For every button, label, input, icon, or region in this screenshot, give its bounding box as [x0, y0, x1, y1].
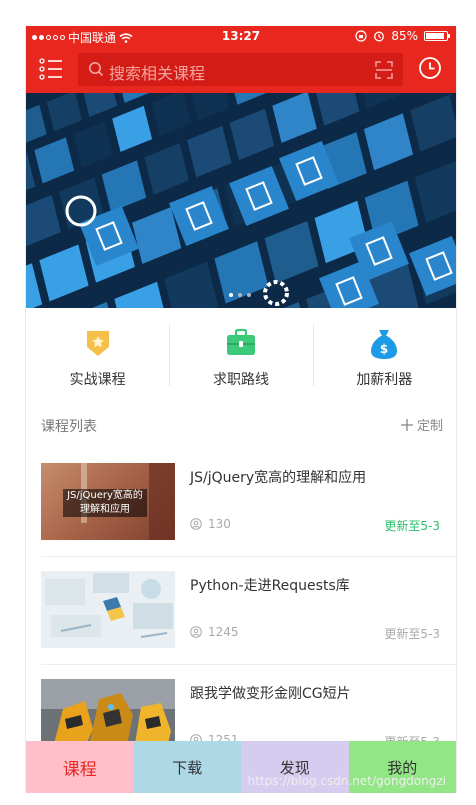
- tab-courses[interactable]: 课程: [26, 741, 134, 793]
- lock-rotation-icon: [355, 30, 367, 42]
- alarm-icon: [374, 31, 385, 42]
- banner-image: [26, 93, 456, 308]
- history-clock-icon[interactable]: [418, 56, 442, 80]
- category-salary-boost[interactable]: $ 加薪利器: [312, 308, 456, 401]
- course-thumbnail: JS/jQuery宽高的理解和应用: [41, 463, 175, 540]
- course-title: 跟我学做变形金刚CG短片: [190, 686, 351, 702]
- briefcase-icon: [226, 328, 255, 355]
- course-item[interactable]: JS/jQuery宽高的理解和应用 JS/jQuery宽高的理解和应用 130 …: [26, 449, 456, 557]
- status-right: 85%: [355, 29, 450, 43]
- course-learners: 1245: [190, 625, 239, 639]
- learner-count: 1245: [208, 625, 239, 639]
- customize-label: 定制: [416, 419, 443, 434]
- search-input[interactable]: 搜索相关课程: [78, 53, 403, 86]
- money-bag-icon: $: [371, 330, 398, 359]
- thumb-caption: JS/jQuery宽高的理解和应用: [63, 489, 147, 517]
- battery-percent: 85%: [391, 29, 418, 43]
- scan-icon[interactable]: [375, 61, 393, 79]
- svg-text:$: $: [380, 342, 388, 356]
- battery-icon: [424, 31, 450, 41]
- watermark: https://blog.csdn.net/gongdongzi: [247, 774, 446, 788]
- category-label: 实战课程: [69, 372, 126, 388]
- course-list-header: 课程列表 定制: [26, 401, 456, 449]
- category-label: 加薪利器: [356, 372, 413, 388]
- thumb-image: [41, 571, 175, 648]
- plus-icon: [400, 418, 413, 431]
- category-practical-courses[interactable]: 实战课程: [26, 308, 169, 401]
- carousel-dot[interactable]: [238, 293, 242, 297]
- category-label: 求职路线: [212, 372, 269, 388]
- shield-star-icon: [86, 331, 109, 356]
- status-bar: 中国联通 13:27 85%: [26, 26, 456, 46]
- carousel-indicator[interactable]: [229, 293, 251, 297]
- search-header: 搜索相关课程: [26, 46, 456, 93]
- customize-button[interactable]: 定制: [400, 415, 443, 434]
- menu-icon[interactable]: [39, 58, 63, 80]
- tab-downloads[interactable]: 下载: [133, 741, 241, 793]
- carousel-dot[interactable]: [229, 293, 233, 297]
- carousel-dot[interactable]: [247, 293, 251, 297]
- phone-screen: 中国联通 13:27 85% 搜索相关课程 实战课程 求职路线 $ 加薪利器 课…: [25, 26, 457, 793]
- search-placeholder: 搜索相关课程: [109, 64, 206, 83]
- course-learners: 130: [190, 517, 231, 531]
- course-title: JS/jQuery宽高的理解和应用: [190, 470, 367, 486]
- course-list-title: 课程列表: [41, 419, 97, 435]
- course-update-status: 更新至5-3: [384, 627, 440, 641]
- category-career-path[interactable]: 求职路线: [169, 308, 312, 401]
- course-thumbnail: [41, 571, 175, 648]
- course-update-status: 更新至5-3: [384, 519, 440, 533]
- learner-count: 130: [208, 517, 231, 531]
- course-title: Python-走进Requests库: [190, 578, 350, 594]
- search-icon: [89, 62, 104, 77]
- banner-carousel[interactable]: [26, 93, 456, 308]
- user-icon: [190, 626, 202, 638]
- user-icon: [190, 518, 202, 530]
- course-item[interactable]: Python-走进Requests库 1245 更新至5-3: [26, 557, 456, 665]
- category-nav: 实战课程 求职路线 $ 加薪利器: [26, 308, 456, 402]
